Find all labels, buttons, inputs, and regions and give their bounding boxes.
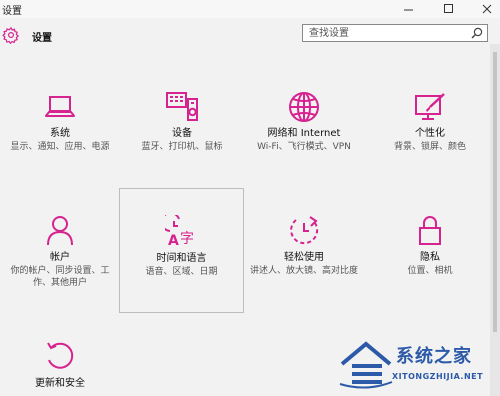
tile-ease-of-access-name: 轻松使用 <box>284 252 324 263</box>
person-icon <box>47 216 73 246</box>
tile-ease-of-access-desc: 讲述人、放大镜、高对比度 <box>249 266 358 276</box>
close-button[interactable] <box>474 0 500 18</box>
tile-network-desc: Wi-Fi、飞行模式、VPN <box>257 142 351 152</box>
tile-personalization-name: 个性化 <box>415 128 445 139</box>
tile-network-name: 网络和 Internet <box>267 128 341 139</box>
page-title: 设置 <box>32 33 52 44</box>
tile-system-desc: 显示、通知、应用、电源 <box>10 142 110 152</box>
settings-window: 设置 设置 查找设置 系统 显示、通知、应用、电源 设备 蓝牙、打印机、鼠标 网… <box>0 0 500 396</box>
tile-accounts-name: 帐户 <box>50 252 70 263</box>
gear-icon <box>2 26 20 44</box>
house-logo-icon <box>339 341 393 389</box>
search-input[interactable] <box>309 26 459 40</box>
tile-accounts[interactable]: 帐户 你的帐户、同步设置、工作、其他用户 <box>0 210 120 310</box>
watermark-title: 系统之家 <box>396 346 472 367</box>
tile-update-security[interactable]: 更新和安全 <box>0 336 120 396</box>
tile-devices[interactable]: 设备 蓝牙、打印机、鼠标 <box>122 86 242 186</box>
tile-devices-desc: 蓝牙、打印机、鼠标 <box>141 142 223 152</box>
tile-network[interactable]: 网络和 Internet Wi-Fi、飞行模式、VPN <box>244 86 364 186</box>
tile-privacy[interactable]: 隐私 位置、相机 <box>370 210 490 310</box>
watermark: 系统之家 XITONGZHIJIA.NET <box>336 338 500 396</box>
maximize-button[interactable] <box>436 0 462 18</box>
tile-accounts-desc: 你的帐户、同步设置、工作、其他用户 <box>10 266 110 288</box>
tile-system[interactable]: 系统 显示、通知、应用、电源 <box>0 86 120 186</box>
svg-text:A: A <box>168 233 179 247</box>
time-language-icon: A 字 <box>164 215 194 247</box>
tile-system-name: 系统 <box>50 128 70 139</box>
tile-privacy-desc: 位置、相机 <box>407 266 453 276</box>
maximize-icon <box>444 4 453 13</box>
tile-time-language[interactable]: A 字 时间和语言 语音、区域、日期 <box>119 188 244 313</box>
tile-privacy-name: 隐私 <box>420 252 440 263</box>
search-icon[interactable] <box>471 27 483 39</box>
tile-ease-of-access[interactable]: 轻松使用 讲述人、放大镜、高对比度 <box>244 210 364 310</box>
ease-of-access-icon <box>290 216 319 245</box>
tile-devices-name: 设备 <box>172 128 192 139</box>
tile-personalization[interactable]: 个性化 背景、锁屏、颜色 <box>370 86 490 186</box>
watermark-subtitle: XITONGZHIJIA.NET <box>392 372 484 381</box>
tile-time-language-name: 时间和语言 <box>156 253 207 264</box>
globe-icon <box>289 92 319 122</box>
title-bar[interactable]: 设置 <box>0 0 500 18</box>
tile-update-security-name: 更新和安全 <box>35 378 85 389</box>
close-icon <box>482 4 492 14</box>
refresh-icon <box>47 342 74 369</box>
lock-icon <box>419 216 441 245</box>
window-title: 设置 <box>2 6 22 17</box>
tile-personalization-desc: 背景、锁屏、颜色 <box>393 142 466 152</box>
search-box[interactable] <box>302 24 488 42</box>
minimize-button[interactable] <box>396 0 422 18</box>
laptop-icon <box>45 96 75 117</box>
tile-time-language-desc: 语音、区域、日期 <box>145 267 218 277</box>
minimize-icon <box>404 9 413 11</box>
svg-text:字: 字 <box>180 231 194 247</box>
devices-icon <box>166 92 198 121</box>
scrollbar-thumb[interactable] <box>493 52 497 332</box>
paint-icon <box>415 93 445 120</box>
